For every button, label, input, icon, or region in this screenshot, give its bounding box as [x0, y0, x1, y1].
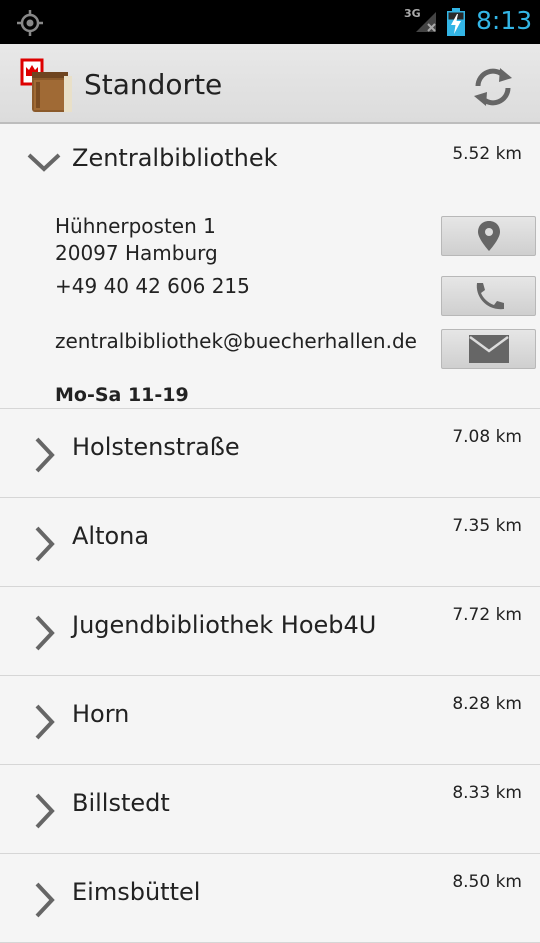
list-item[interactable]: Billstedt 8.33 km [0, 765, 540, 854]
address-street: Hühnerposten 1 [55, 214, 216, 238]
call-button[interactable] [441, 276, 536, 316]
email-button[interactable] [441, 329, 536, 369]
location-name: Holstenstraße [72, 433, 240, 461]
location-name: Altona [72, 522, 150, 550]
chevron-right-icon [35, 704, 55, 740]
action-bar: Standorte [0, 44, 540, 124]
chevron-down-icon[interactable] [26, 150, 62, 174]
list-item[interactable]: Altona 7.35 km [0, 498, 540, 587]
page-title: Standorte [84, 68, 223, 101]
opening-hours: Mo-Sa 11-19 [55, 384, 189, 406]
email-address: zentralbibliothek@buecherhallen.de [55, 329, 417, 353]
location-name: Horn [72, 700, 130, 728]
chevron-right-icon [35, 437, 55, 473]
chevron-right-icon [35, 882, 55, 918]
chevron-right-icon [35, 793, 55, 829]
location-distance: 5.52 km [452, 144, 522, 164]
location-distance: 7.08 km [452, 427, 522, 447]
location-distance: 8.33 km [452, 783, 522, 803]
location-distance: 7.35 km [452, 516, 522, 536]
phone-number: +49 40 42 606 215 [55, 274, 250, 298]
location-name: Zentralbibliothek [72, 144, 278, 172]
battery-charging-icon [447, 8, 465, 36]
library-books-icon[interactable] [20, 58, 76, 114]
list-item[interactable]: Horn 8.28 km [0, 676, 540, 765]
list-item-expanded[interactable]: Zentralbibliothek 5.52 km Hühnerposten 1… [0, 124, 540, 409]
location-name: Billstedt [72, 789, 170, 817]
chevron-right-icon [35, 615, 55, 651]
location-name: Eimsbüttel [72, 878, 201, 906]
list-item[interactable]: Jugendbibliothek Hoeb4U 7.72 km [0, 587, 540, 676]
envelope-icon [468, 335, 509, 363]
gps-icon [17, 10, 43, 36]
map-button[interactable] [441, 216, 536, 256]
location-distance: 7.72 km [452, 605, 522, 625]
signal-icon [416, 12, 436, 32]
map-pin-icon [477, 221, 500, 251]
location-name: Jugendbibliothek Hoeb4U [72, 611, 377, 639]
clock: 8:13 [476, 6, 533, 35]
list-item[interactable]: Eimsbüttel 8.50 km [0, 854, 540, 943]
address-city: 20097 Hamburg [55, 241, 218, 265]
list-item[interactable]: Holstenstraße 7.08 km [0, 409, 540, 498]
phone-icon [476, 283, 504, 310]
chevron-right-icon [35, 526, 55, 562]
locations-list: Zentralbibliothek 5.52 km Hühnerposten 1… [0, 124, 540, 943]
location-distance: 8.28 km [452, 694, 522, 714]
location-distance: 8.50 km [452, 872, 522, 892]
status-bar: 3G 8:13 [0, 0, 540, 44]
refresh-icon[interactable] [470, 64, 516, 110]
